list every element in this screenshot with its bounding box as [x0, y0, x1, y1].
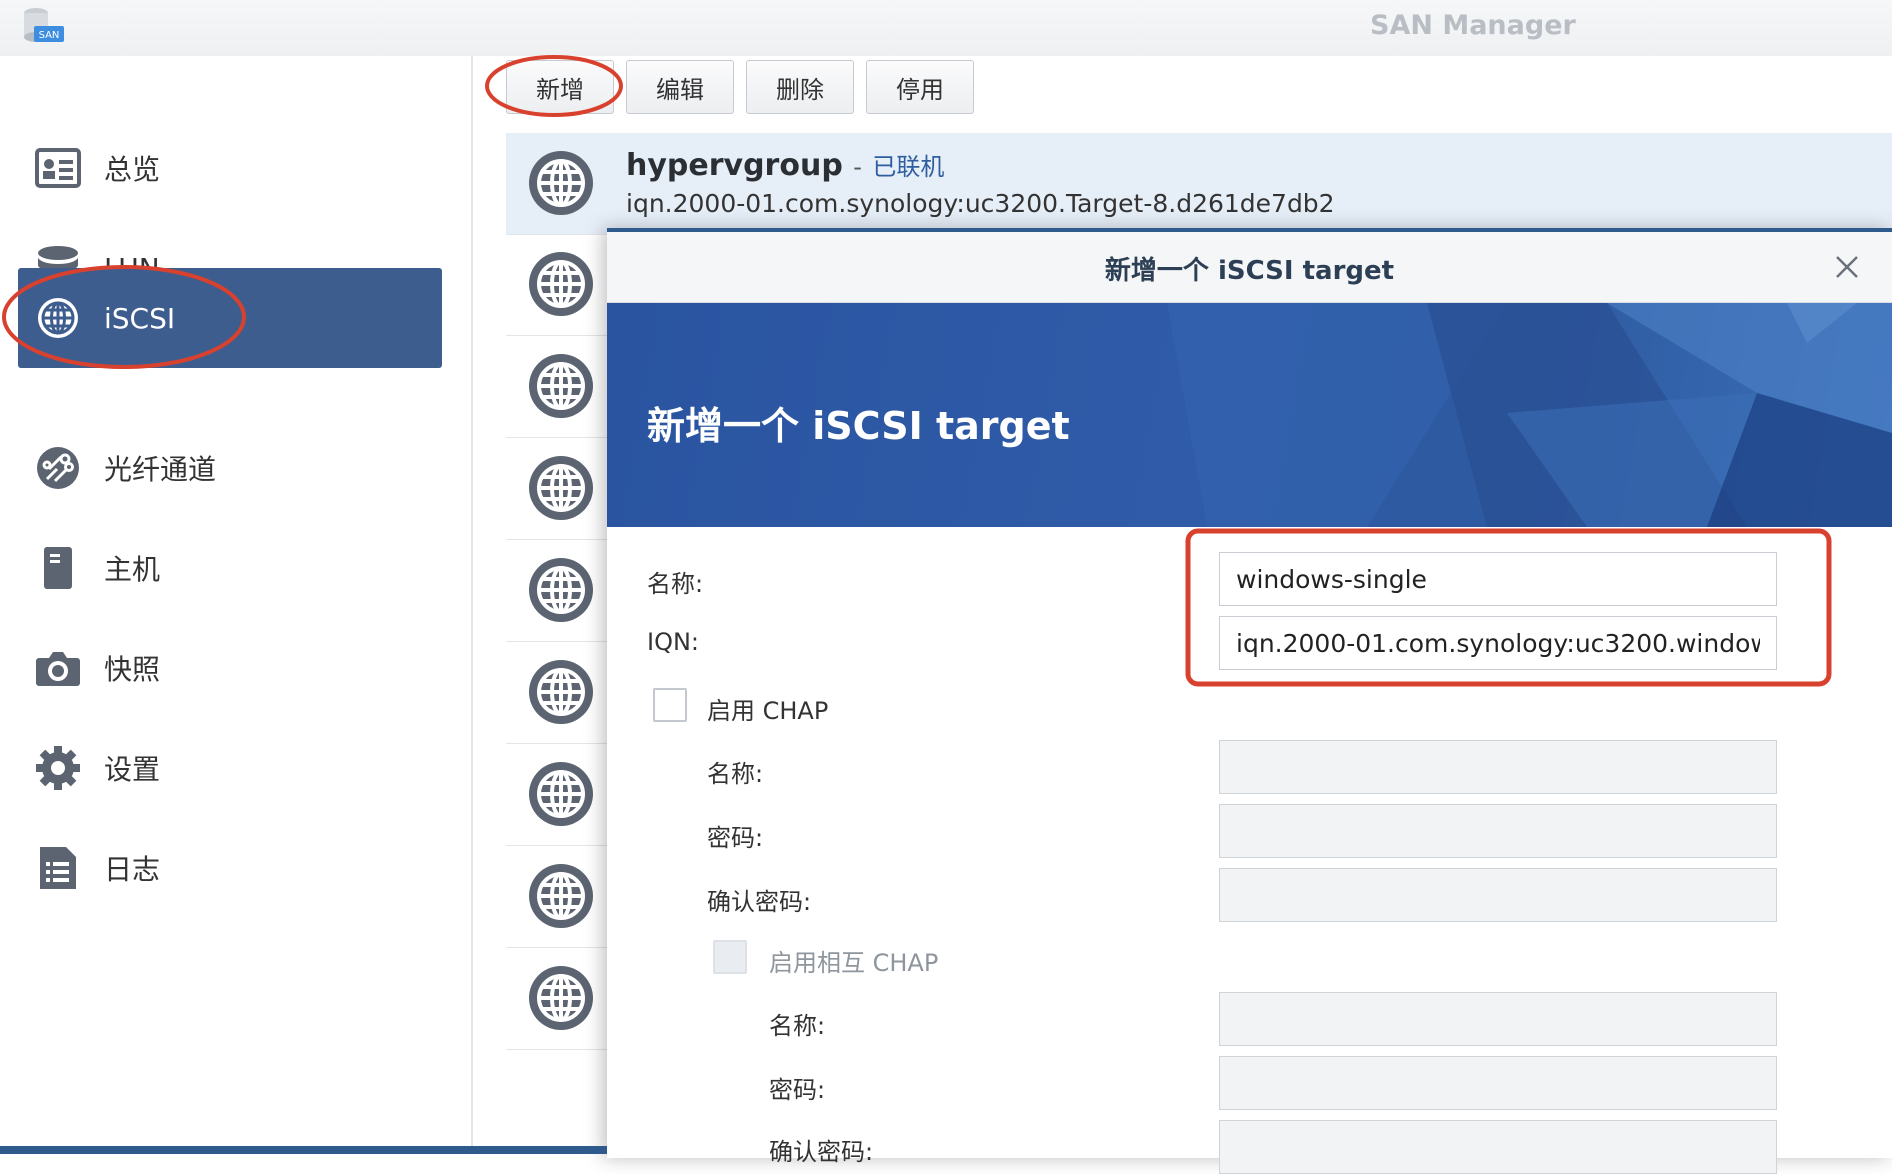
san-manager-app-icon: SAN — [24, 8, 64, 42]
dialog-banner: 新增一个 iSCSI target — [607, 303, 1892, 527]
iqn-input[interactable] — [1219, 616, 1777, 670]
chap-password-label: 密码: — [707, 824, 764, 852]
sidebar-item-log[interactable]: 日志 — [18, 818, 442, 918]
target-status: 已联机 — [872, 153, 945, 181]
globe-icon — [529, 151, 593, 215]
log-document-icon — [34, 844, 82, 892]
enable-mutual-chap-checkbox[interactable] — [713, 940, 747, 974]
sidebar-item-label: 总览 — [104, 153, 161, 186]
mutual-chap-confirm-input[interactable] — [1219, 1120, 1777, 1174]
sidebar: 总览 LUN iSCSI 光纤通道 主机 快照 设置 — [0, 56, 473, 1154]
add-button[interactable]: 新增 — [506, 60, 614, 114]
chap-confirm-password-input[interactable] — [1219, 868, 1777, 922]
globe-icon — [529, 456, 593, 520]
camera-icon — [34, 644, 82, 692]
target-row-selected[interactable]: hypervgroup - 已联机 iqn.2000-01.com.synolo… — [506, 133, 1892, 235]
mutual-chap-password-label: 密码: — [769, 1076, 826, 1104]
globe-icon — [529, 966, 593, 1030]
globe-icon — [529, 354, 593, 418]
sidebar-item-settings[interactable]: 设置 — [18, 718, 442, 818]
close-icon[interactable] — [1832, 252, 1862, 282]
enable-chap-checkbox[interactable] — [653, 688, 687, 722]
add-iscsi-target-dialog: 新增一个 iSCSI target 新增一个 iSCSI target 名称: … — [607, 228, 1892, 1174]
svg-text:SAN: SAN — [39, 30, 60, 41]
mutual-chap-password-input[interactable] — [1219, 1056, 1777, 1110]
chap-name-input[interactable] — [1219, 740, 1777, 794]
globe-icon — [529, 864, 593, 928]
sidebar-item-label: 快照 — [104, 653, 161, 686]
target-name-input[interactable] — [1219, 552, 1777, 606]
enable-mutual-chap-label: 启用相互 CHAP — [769, 949, 939, 977]
sidebar-item-label: 日志 — [104, 853, 161, 886]
sidebar-item-label: 光纤通道 — [104, 453, 217, 486]
chap-confirm-password-label: 确认密码: — [707, 888, 812, 916]
bottom-accent-bar — [0, 1146, 607, 1154]
fibre-channel-icon — [34, 444, 82, 492]
chap-name-label: 名称: — [707, 760, 764, 788]
iqn-label: IQN: — [647, 628, 700, 656]
target-name: hypervgroup - 已联机 — [626, 147, 944, 183]
dialog-header-title: 新增一个 iSCSI target — [1104, 256, 1395, 286]
target-iqn: iqn.2000-01.com.synology:uc3200.Target-8… — [626, 189, 1335, 218]
name-label: 名称: — [647, 570, 704, 598]
disable-button[interactable]: 停用 — [866, 60, 974, 114]
sidebar-item-label: 设置 — [104, 753, 161, 786]
server-host-icon — [34, 544, 82, 592]
dialog-banner-title: 新增一个 iSCSI target — [647, 404, 1070, 448]
target-separator: - — [853, 153, 862, 181]
title-bar: SAN SAN Manager — [0, 0, 1892, 56]
sidebar-item-host[interactable]: 主机 — [18, 518, 442, 618]
target-name-text: hypervgroup — [626, 148, 843, 183]
mutual-chap-name-input[interactable] — [1219, 992, 1777, 1046]
sidebar-item-overview[interactable]: 总览 — [18, 118, 442, 218]
gear-icon — [34, 744, 82, 792]
sidebar-item-snapshot[interactable]: 快照 — [18, 618, 442, 718]
globe-icon — [529, 252, 593, 316]
dialog-header: 新增一个 iSCSI target — [607, 232, 1892, 303]
sidebar-item-label: 主机 — [104, 553, 161, 586]
globe-icon — [529, 660, 593, 724]
sidebar-item-iscsi[interactable]: iSCSI — [18, 268, 442, 368]
globe-icon — [34, 294, 82, 342]
sidebar-item-fibre-channel[interactable]: 光纤通道 — [18, 418, 442, 518]
mutual-chap-confirm-label: 确认密码: — [769, 1138, 874, 1166]
edit-button[interactable]: 编辑 — [626, 60, 734, 114]
app-title: SAN Manager — [1370, 10, 1576, 41]
chap-password-input[interactable] — [1219, 804, 1777, 858]
delete-button[interactable]: 删除 — [746, 60, 854, 114]
overview-card-icon — [34, 144, 82, 192]
globe-icon — [529, 762, 593, 826]
sidebar-item-label: iSCSI — [104, 301, 176, 335]
globe-icon — [529, 558, 593, 622]
enable-chap-label: 启用 CHAP — [707, 697, 829, 725]
mutual-chap-name-label: 名称: — [769, 1012, 826, 1040]
